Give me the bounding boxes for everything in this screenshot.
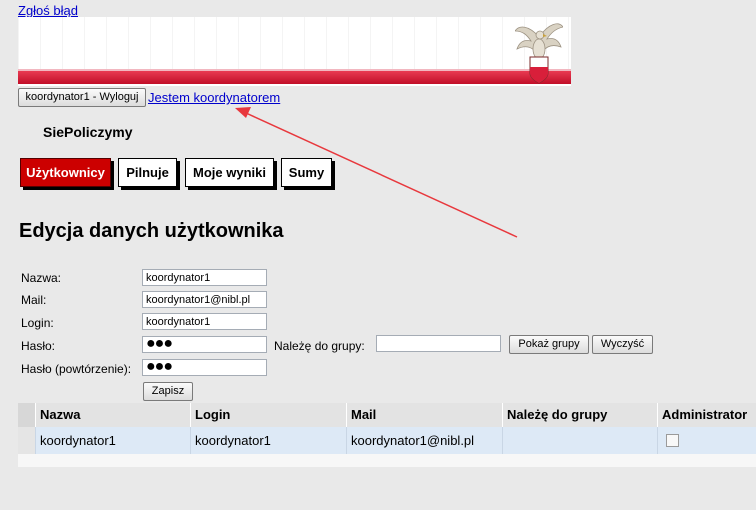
tab-guards[interactable]: Pilnuje (118, 158, 177, 187)
password-input[interactable]: ●●● (142, 336, 267, 353)
column-header-mail[interactable]: Mail (346, 403, 502, 427)
login-label: Login: (21, 316, 54, 330)
column-header-admin[interactable]: Administrator (657, 403, 756, 427)
tab-sums[interactable]: Sumy (281, 158, 332, 187)
eagle-emblem-icon (515, 23, 563, 84)
coordinator-link[interactable]: Jestem koordynatorem (148, 90, 280, 105)
clear-button[interactable]: Wyczyść (592, 335, 653, 354)
cell-mail[interactable]: koordynator1@nibl.pl (346, 427, 502, 454)
logout-button[interactable]: koordynator1 - Wyloguj (18, 88, 146, 107)
password-label: Hasło: (21, 339, 56, 353)
save-button[interactable]: Zapisz (143, 382, 193, 401)
name-input[interactable] (142, 269, 267, 286)
app-name: SiePoliczymy (43, 124, 133, 140)
mail-input[interactable] (142, 291, 267, 308)
column-header-group[interactable]: Należę do grupy (502, 403, 657, 427)
column-header-name[interactable]: Nazwa (35, 403, 191, 427)
cell-login[interactable]: koordynator1 (190, 427, 346, 454)
mail-label: Mail: (21, 293, 47, 307)
tab-users[interactable]: Użytkownicy (20, 158, 111, 187)
login-input[interactable] (142, 313, 267, 330)
admin-checkbox[interactable] (666, 434, 679, 447)
page-title: Edycja danych użytkownika (19, 220, 284, 242)
group-input[interactable] (376, 335, 501, 352)
column-header-login[interactable]: Login (190, 403, 346, 427)
report-bug-link[interactable]: Zgłoś błąd (18, 3, 78, 18)
name-label: Nazwa: (21, 271, 62, 285)
header-stub (18, 403, 35, 427)
show-groups-button[interactable]: Pokaż grupy (509, 335, 589, 354)
cell-name[interactable]: koordynator1 (35, 427, 191, 454)
header-banner (18, 17, 571, 86)
row-stub (18, 427, 35, 454)
password-repeat-label: Hasło (powtórzenie): (21, 362, 132, 376)
users-table: Nazwa Login Mail Należę do grupy Adminis… (18, 403, 756, 467)
tab-my-results[interactable]: Moje wyniki (185, 158, 274, 187)
group-label: Należę do grupy: (274, 339, 365, 353)
cell-group[interactable] (502, 427, 657, 454)
password-repeat-input[interactable]: ●●● (142, 359, 267, 376)
